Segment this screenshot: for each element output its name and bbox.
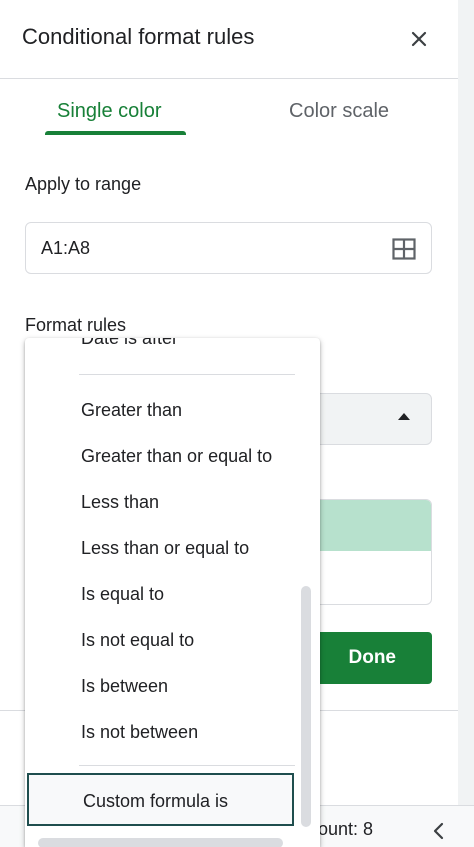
dropdown-divider	[79, 765, 295, 766]
close-button[interactable]	[404, 24, 434, 54]
header-divider	[0, 78, 458, 79]
tab-color-scale[interactable]: Color scale	[289, 100, 389, 123]
active-tab-indicator	[45, 131, 186, 135]
dropdown-item[interactable]: Less than	[81, 492, 159, 513]
format-rules-label: Format rules	[25, 315, 127, 335]
dropdown-item-date-is-after[interactable]: Date is after	[81, 338, 178, 349]
range-value: A1:A8	[41, 237, 91, 258]
dropdown-item[interactable]: Is equal to	[81, 584, 164, 605]
panel-edge	[458, 0, 474, 847]
apply-range-label: Apply to range	[25, 174, 142, 194]
dropdown-scrollbar[interactable]	[301, 586, 311, 827]
caret-up-icon	[398, 413, 410, 420]
condition-dropdown-menu[interactable]: Date is after Greater than Greater than …	[25, 338, 320, 847]
dropdown-horizontal-scrollbar[interactable]	[38, 838, 283, 847]
dropdown-item[interactable]: Is not between	[81, 722, 198, 743]
chevron-left-icon[interactable]	[432, 822, 444, 840]
done-label: Done	[348, 647, 397, 668]
dropdown-item[interactable]: Is not equal to	[81, 630, 194, 651]
dropdown-divider	[79, 374, 295, 375]
grid-icon[interactable]	[392, 238, 416, 260]
panel-title: Conditional format rules	[22, 24, 255, 49]
close-icon	[411, 31, 427, 47]
dropdown-item[interactable]: Less than or equal to	[81, 538, 249, 559]
dropdown-item[interactable]: Is between	[81, 676, 168, 697]
dropdown-item-label: Custom formula is	[83, 791, 229, 811]
tab-single-color[interactable]: Single color	[57, 100, 162, 123]
status-count[interactable]: ount: 8	[318, 819, 373, 840]
dropdown-item[interactable]: Greater than or equal to	[81, 446, 272, 467]
range-input[interactable]: A1:A8	[25, 222, 432, 274]
dropdown-item[interactable]: Greater than	[81, 400, 182, 421]
dropdown-item-custom-formula[interactable]: Custom formula is	[27, 773, 294, 826]
